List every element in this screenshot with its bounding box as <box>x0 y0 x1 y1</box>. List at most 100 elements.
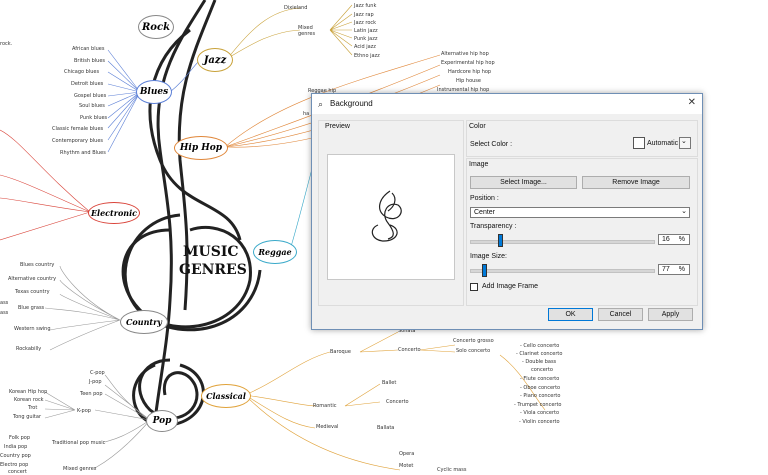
pop-item: Teen pop <box>80 391 103 397</box>
rock-item: rock. <box>0 41 13 47</box>
pop-item: concert <box>8 469 27 475</box>
transparency-unit: % <box>678 236 685 243</box>
image-label: Image <box>469 161 489 168</box>
add-frame-label[interactable]: Add Image Frame <box>482 283 538 290</box>
node-electronic[interactable]: Electronic <box>88 202 140 224</box>
hiphop-item: Alternative hip hop <box>441 51 489 57</box>
country-item: Texas country <box>15 289 50 295</box>
remove-image-button[interactable]: Remove Image <box>582 176 690 189</box>
classical-item: Medieval <box>316 424 339 430</box>
transparency-slider-thumb[interactable] <box>498 234 503 247</box>
position-select[interactable]: Center ⌄ <box>470 207 690 218</box>
select-image-button[interactable]: Select Image... <box>470 176 577 189</box>
node-rock[interactable]: Rock <box>138 15 174 39</box>
color-panel: Color Select Color : Automatic ⌄ <box>466 120 698 157</box>
image-size-unit: % <box>678 266 685 273</box>
classical-item: Baroque <box>330 349 351 355</box>
classical-item: Romantic <box>313 403 337 409</box>
node-reggae[interactable]: Reggae <box>253 240 297 264</box>
hiphop-item: Hip house <box>456 78 481 84</box>
classical-item: Motet <box>399 463 414 469</box>
blues-item: Chicago blues <box>64 69 100 75</box>
classical-item: Concerto <box>386 399 409 405</box>
apply-button[interactable]: Apply <box>648 308 693 321</box>
transparency-input[interactable]: 16 % <box>658 234 690 245</box>
concerto-list-item: - Viola concerto <box>520 410 560 416</box>
jazz-dixieland: Dixieland <box>284 5 308 11</box>
node-hiphop[interactable]: Hip Hop <box>174 136 228 160</box>
image-size-slider-thumb[interactable] <box>482 264 487 277</box>
dialog-title: Background <box>330 99 373 108</box>
country-item: Blue grass <box>18 305 45 311</box>
pop-item: K-pop <box>77 408 91 414</box>
node-country[interactable]: Country <box>120 310 168 334</box>
jazz-list-item: Latin jazz <box>354 28 378 34</box>
color-label: Color <box>469 123 486 130</box>
concerto-list-item: - Flute concerto <box>520 376 560 382</box>
concerto-list-item: - Trumpet concerto <box>514 402 562 408</box>
kpop-item: Korean rock <box>14 397 44 403</box>
central-topic-line2[interactable]: GENRES <box>179 262 247 278</box>
blues-item: Rhythm and Blues <box>60 150 106 156</box>
trad-pop-item: Folk pop <box>9 435 31 441</box>
concerto-list-item: - Piano concerto <box>520 393 561 399</box>
ok-button[interactable]: OK <box>548 308 593 321</box>
color-swatch[interactable] <box>633 137 645 149</box>
concerto-list-item: - Double bass <box>522 359 557 365</box>
node-pop[interactable]: Pop <box>146 410 178 432</box>
concerto-list-item: - Cello concerto <box>520 343 560 349</box>
pop-item: Traditional pop music <box>52 440 106 446</box>
background-dialog: ⌕ Background ✕ Preview Color Select Colo… <box>311 93 703 330</box>
kpop-item: Tong guitar <box>13 414 42 420</box>
dialog-titlebar[interactable]: ⌕ Background ✕ <box>312 94 702 114</box>
country-item: Alternative country <box>8 276 57 282</box>
central-topic-line1[interactable]: MUSIC <box>183 244 239 260</box>
classical-item: Ballata <box>377 425 395 431</box>
position-label: Position : <box>470 195 499 202</box>
classical-item: Ballet <box>382 380 397 386</box>
blues-item: Detroit blues <box>71 81 104 87</box>
concerto-list-item: - Clarinet concerto <box>516 351 563 357</box>
node-classical[interactable]: Classical <box>201 384 251 408</box>
cancel-button[interactable]: Cancel <box>598 308 643 321</box>
jazz-list-item: Jazz funk <box>354 3 377 9</box>
blues-item: Classic female blues <box>52 126 104 132</box>
blues-item: British blues <box>74 58 106 64</box>
reggae-item: ha <box>303 111 310 117</box>
trad-pop-item: Electro pop <box>0 462 29 468</box>
node-jazz[interactable]: Jazz <box>197 48 233 72</box>
image-size-value: 77 <box>662 266 670 273</box>
close-icon[interactable]: ✕ <box>688 97 696 108</box>
chevron-down-icon: ⌄ <box>681 138 687 145</box>
treble-clef-preview-icon <box>371 190 402 242</box>
jazz-list-item: Acid jazz <box>354 44 376 50</box>
hiphop-item: Hardcore hip hop <box>448 69 492 75</box>
blues-item: Contemporary blues <box>52 138 103 144</box>
jazz-list-item: Ethno jazz <box>354 53 380 59</box>
concerto-list-item: concerto <box>531 367 553 373</box>
color-dropdown-button[interactable]: ⌄ <box>679 137 691 149</box>
classical-item: Cyclic mass <box>437 467 467 473</box>
node-blues[interactable]: Blues <box>136 80 172 104</box>
treble-clef-drawing <box>121 0 262 427</box>
country-item: Rockabilly <box>16 346 42 352</box>
jazz-list-item: Jazz rock <box>354 20 377 26</box>
country-fragment: ass <box>0 310 9 316</box>
preview-box <box>327 154 455 280</box>
blues-item: Gospel blues <box>74 93 107 99</box>
image-size-input[interactable]: 77 % <box>658 264 690 275</box>
add-frame-checkbox[interactable] <box>470 283 478 291</box>
kpop-item: Trot <box>28 405 38 411</box>
hiphop-item: Experimental hip hop <box>441 60 495 66</box>
country-item: Western swing <box>14 326 51 332</box>
concerto-list-item: - Violin concerto <box>519 419 560 425</box>
kpop-item: Korean Hip hop <box>9 389 48 395</box>
image-size-slider[interactable] <box>470 269 655 273</box>
blues-item: Soul blues <box>79 103 105 109</box>
image-size-label: Image Size: <box>470 253 507 260</box>
automatic-label[interactable]: Automatic <box>647 140 678 147</box>
transparency-value: 16 <box>662 236 670 243</box>
transparency-label: Transparency : <box>470 223 517 230</box>
classical-item: Concerto <box>398 347 421 353</box>
blues-item: African blues <box>72 46 105 52</box>
